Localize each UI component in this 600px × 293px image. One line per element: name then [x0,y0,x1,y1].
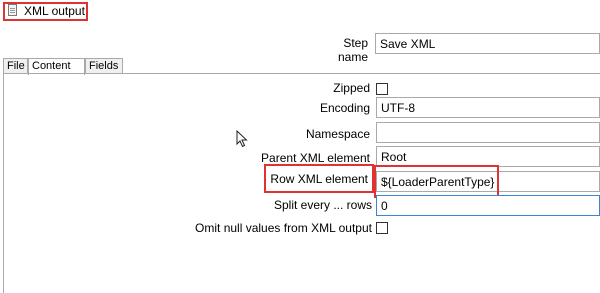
parent-xml-element-input[interactable] [376,146,600,167]
row-field-highlight-box [374,165,499,198]
row-xml-element-label: Row XML element [270,172,368,186]
split-every-rows-input[interactable] [376,195,600,216]
namespace-input[interactable] [376,122,600,143]
step-name-label: Step name [337,36,368,64]
mouse-cursor-icon [236,130,248,148]
encoding-input[interactable] [376,97,600,118]
parent-xml-element-label: Parent XML element [261,151,370,165]
omit-null-label: Omit null values from XML output [195,221,372,235]
step-name-input[interactable] [375,33,600,54]
tab-fields[interactable]: Fields [85,58,123,74]
window-title: XML output [24,4,85,18]
document-icon [8,4,17,16]
split-every-rows-label: Split every ... rows [273,198,372,212]
zipped-checkbox[interactable] [376,83,388,95]
tab-file[interactable]: File [3,58,28,74]
encoding-label: Encoding [319,101,370,115]
namespace-label: Namespace [305,127,370,141]
omit-null-checkbox[interactable] [376,222,388,234]
zipped-label: Zipped [333,81,370,95]
